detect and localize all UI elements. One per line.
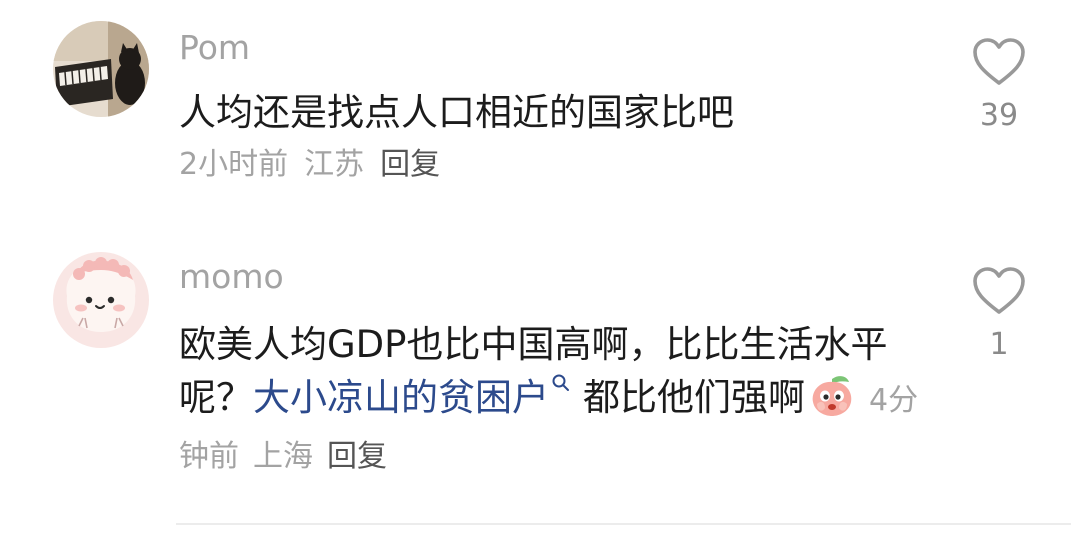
reply-button[interactable]: 回复 xyxy=(327,439,387,474)
divider xyxy=(176,523,1071,525)
comment-location: 江苏 xyxy=(304,147,365,182)
like-button[interactable]: 39 xyxy=(968,36,1030,134)
piano-cat-avatar-icon xyxy=(53,21,149,117)
comment-meta: 2小时前 江苏 回复 xyxy=(179,145,456,185)
comment-item: momo 欧美人均GDP也比中国高啊，比比生活水平呢？大小凉山的贫困户 都比他们强… xyxy=(0,230,1080,520)
search-icon[interactable] xyxy=(551,373,571,393)
avatar[interactable] xyxy=(53,21,149,117)
like-button[interactable]: 1 xyxy=(968,265,1030,363)
pink-cartoon-avatar-icon xyxy=(53,252,149,348)
comment-username[interactable]: momo xyxy=(179,257,284,297)
like-count: 1 xyxy=(989,327,1009,362)
peach-face-emoji-icon xyxy=(809,372,855,418)
comment-username[interactable]: Pom xyxy=(179,28,250,68)
heart-icon[interactable] xyxy=(971,36,1027,88)
comment-text-part: 都比他们强啊 xyxy=(583,376,805,419)
comment-location: 上海 xyxy=(253,439,313,474)
comment-text: 欧美人均GDP也比中国高啊，比比生活水平呢？大小凉山的贫困户 都比他们强啊 4分钟… xyxy=(179,318,939,483)
comment-text: 人均还是找点人口相近的国家比吧 xyxy=(179,91,734,134)
like-count: 39 xyxy=(979,98,1019,133)
heart-icon[interactable] xyxy=(971,265,1027,317)
avatar[interactable] xyxy=(53,252,149,348)
comment-item: Pom 人均还是找点人口相近的国家比吧 2小时前 江苏 回复 39 xyxy=(0,0,1080,230)
reply-button[interactable]: 回复 xyxy=(380,147,440,182)
comment-time: 2小时前 xyxy=(179,147,289,182)
search-link[interactable]: 大小凉山的贫困户 xyxy=(253,376,549,419)
